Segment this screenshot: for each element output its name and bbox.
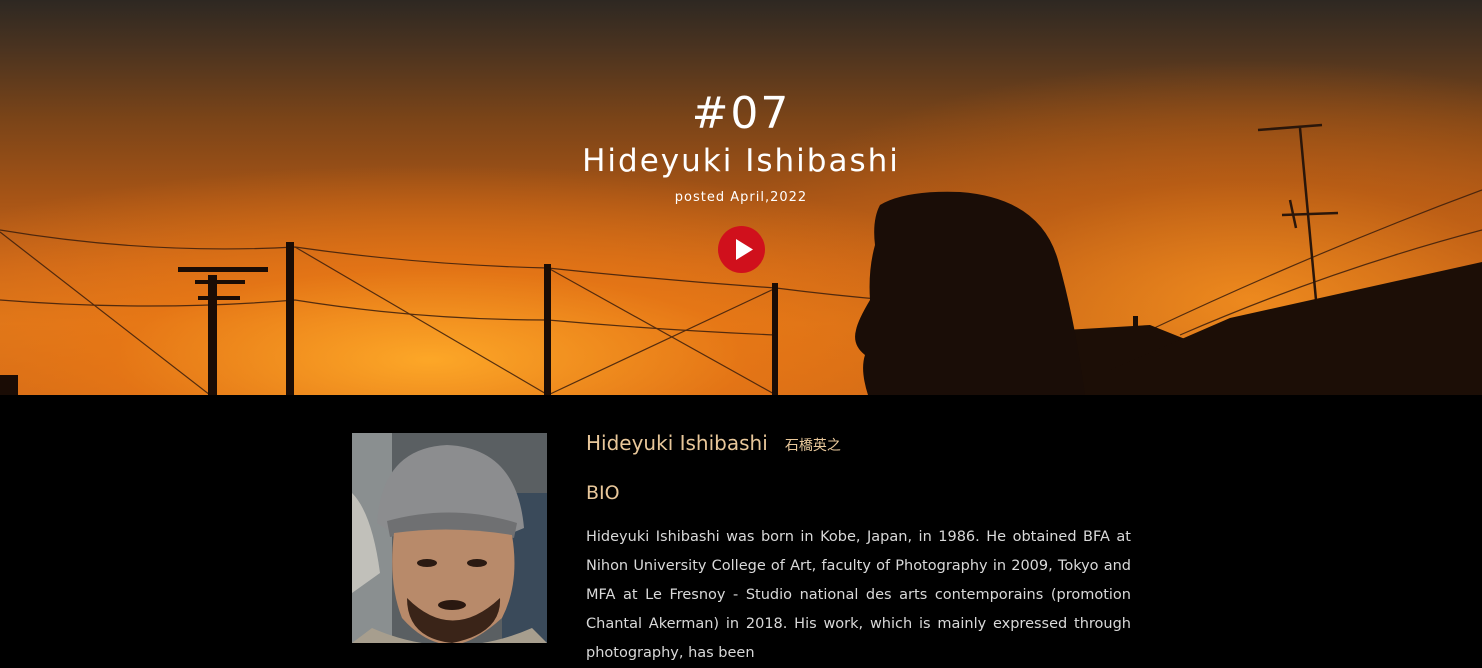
episode-number: #07	[691, 88, 791, 139]
posted-date: posted April,2022	[674, 190, 808, 205]
hero-banner: #07 Hideyuki Ishibashi posted April,2022	[0, 0, 1482, 395]
profile-section: Hideyuki Ishibashi 石橋英之 BIO Hideyuki Ish…	[0, 395, 1482, 661]
artist-portrait	[352, 433, 547, 643]
hero-artist-name: Hideyuki Ishibashi	[582, 143, 900, 179]
artist-name-row: Hideyuki Ishibashi 石橋英之	[586, 431, 841, 455]
play-video-button[interactable]	[718, 226, 765, 273]
bio-heading: BIO	[586, 482, 620, 504]
artist-name-japanese: 石橋英之	[784, 438, 841, 454]
play-icon	[736, 239, 753, 260]
bio-paragraph: Hideyuki Ishibashi was born in Kobe, Jap…	[586, 529, 1131, 661]
artist-name-english: Hideyuki Ishibashi	[586, 431, 768, 455]
